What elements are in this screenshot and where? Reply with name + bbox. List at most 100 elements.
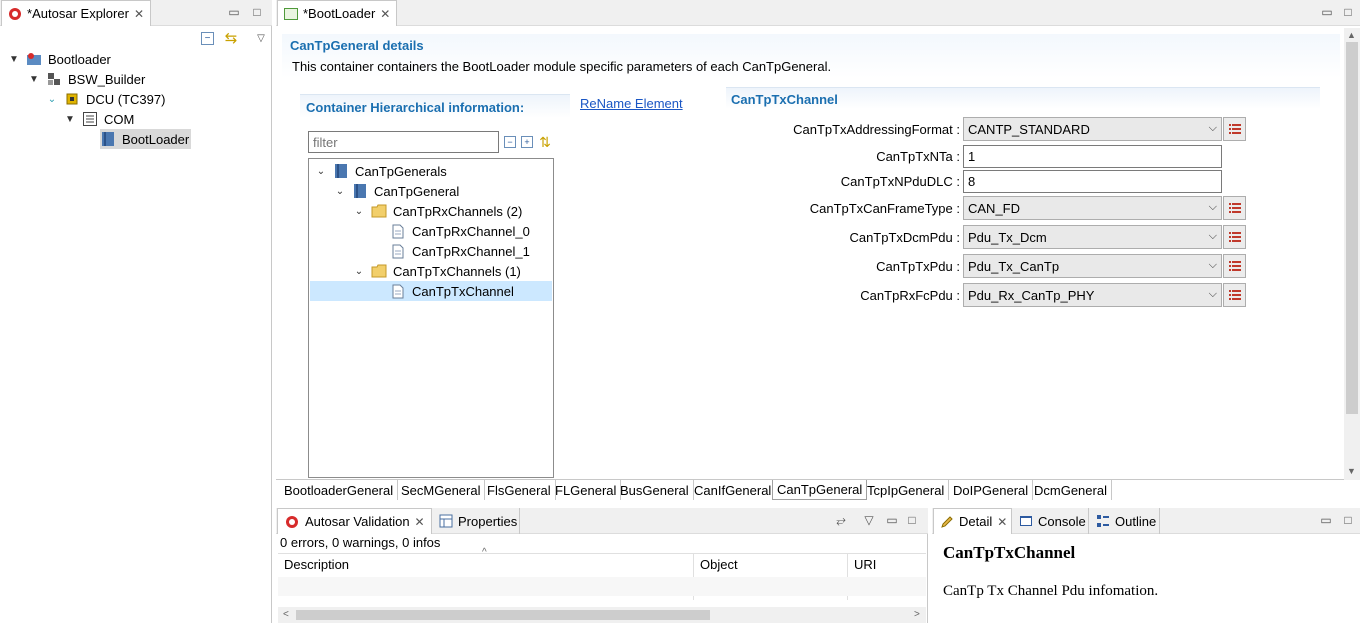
page-tab-secmgeneral[interactable]: SecMGeneral [397,480,486,500]
collapse-all-icon[interactable]: − [201,32,214,45]
tree-item-cantpgenerals[interactable]: ⌄ CanTpGenerals [315,161,447,181]
tree-item-bsw-builder[interactable]: ▼ BSW_Builder [28,69,145,89]
filter-input[interactable] [308,131,499,153]
close-icon[interactable]: ✕ [997,515,1007,529]
tab-outline[interactable]: Outline [1090,508,1160,534]
tree-item-cantptxchannel[interactable]: CanTpTxChannel [390,281,514,301]
page-tab-busgeneral[interactable]: BusGeneral [616,480,694,500]
select-value: Pdu_Tx_CanTp [968,258,1060,274]
minimize-icon[interactable]: ▭ [226,4,242,20]
tab-autosar-validation[interactable]: Autosar Validation ✕ [277,508,432,534]
tab-properties[interactable]: Properties [433,508,520,534]
scroll-up-icon[interactable]: ▲ [1347,30,1356,40]
chevron-down-icon[interactable]: ⌄ [46,94,58,105]
editor-scrollbar[interactable]: ▲ ▼ [1344,28,1360,480]
tree-item-bootloader-module[interactable]: BootLoader [100,129,192,149]
nta-input[interactable]: 1 [963,145,1222,168]
column-uri[interactable]: URI [854,557,876,572]
minimize-icon[interactable]: ▭ [1319,4,1335,20]
list-options-button[interactable] [1223,117,1246,141]
tree-item-cantptxchannels[interactable]: ⌄ CanTpTxChannels (1) [353,261,521,281]
close-icon[interactable]: ✕ [134,7,144,21]
tab-autosar-explorer[interactable]: *Autosar Explorer ✕ [1,0,151,26]
container-tree[interactable]: ⌄ CanTpGenerals ⌄ CanTpGeneral ⌄ CanTpRx… [308,158,554,478]
tab-detail[interactable]: Detail ✕ [933,508,1012,534]
select-value: CANTP_STANDARD [968,121,1090,137]
tree-item-cantprxchannel-0[interactable]: CanTpRxChannel_0 [390,221,530,241]
page-tab-dcmgeneral[interactable]: DcmGeneral [1030,480,1112,500]
maximize-icon[interactable]: □ [1340,512,1356,528]
scroll-down-icon[interactable]: ▼ [1347,466,1356,476]
scroll-thumb[interactable] [296,610,710,620]
chevron-down-icon: ⌵ [1208,122,1217,134]
tree-item-cantprxchannels[interactable]: ⌄ CanTpRxChannels (2) [353,201,523,221]
column-description[interactable]: Description [284,557,349,572]
tab-label: Properties [458,513,518,529]
refresh-icon[interactable]: ⇅ [537,134,553,150]
horizontal-scrollbar[interactable]: < > [278,607,926,623]
maximize-icon[interactable]: □ [1340,4,1356,20]
form-header: CanTpTxChannel [726,87,1320,109]
tab-console[interactable]: Console [1013,508,1089,534]
detail-tab-bar: Detail ✕ Console Outline ▭ □ [932,508,1360,534]
chevron-down-icon: ⌵ [1208,288,1217,300]
list-options-button[interactable] [1223,196,1246,220]
chevron-down-icon[interactable]: ⌄ [353,206,365,217]
tree-item-cantprxchannel-1[interactable]: CanTpRxChannel_1 [390,241,530,261]
tree-item-cantpgeneral[interactable]: ⌄ CanTpGeneral [334,181,459,201]
details-title: CanTpGeneral details [290,38,424,53]
tree-label: CanTpRxChannels (2) [393,203,523,219]
rename-element-link[interactable]: ReName Element [580,96,683,111]
module-icon [100,131,116,147]
close-icon[interactable]: ✕ [380,7,390,21]
link-editor-icon[interactable]: ⇆ [223,30,239,47]
tree-item-bootloader-project[interactable]: ▼ Bootloader [8,49,111,69]
page-tab-bootloadergeneral[interactable]: BootloaderGeneral [280,480,399,500]
tree-label: DCU (TC397) [86,91,166,107]
tree-label: CanTpRxChannel_0 [412,223,530,239]
details-description: This container containers the BootLoader… [292,59,832,74]
column-object[interactable]: Object [700,557,738,572]
list-options-button[interactable] [1223,283,1246,307]
list-options-button[interactable] [1223,225,1246,249]
can-frame-type-select[interactable]: CAN_FD ⌵ [963,196,1222,220]
collapse-all-icon[interactable]: − [504,136,516,148]
page-tab-flgeneral[interactable]: FLGeneral [551,480,622,500]
expand-all-icon[interactable]: + [521,136,533,148]
page-tab-doipgeneral[interactable]: DoIPGeneral [949,480,1034,500]
chevron-down-icon[interactable]: ▼ [64,114,76,125]
chevron-down-icon[interactable]: ▼ [28,74,40,85]
close-icon[interactable]: ✕ [415,515,425,529]
document-icon [390,283,406,299]
page-tab-flsgeneral[interactable]: FlsGeneral [483,480,556,500]
view-menu-icon[interactable]: ▽ [861,512,877,528]
scroll-thumb[interactable] [1346,42,1358,414]
tx-pdu-select[interactable]: Pdu_Tx_CanTp ⌵ [963,254,1222,278]
filter-actions-icon[interactable]: ⥂ [833,512,849,528]
npdu-dlc-input[interactable]: 8 [963,170,1222,193]
autosar-icon [284,514,300,530]
minimize-icon[interactable]: ▭ [884,512,900,528]
minimize-icon[interactable]: ▭ [1318,512,1334,528]
chevron-down-icon[interactable]: ⌄ [315,166,327,177]
list-options-button[interactable] [1223,254,1246,278]
scroll-right-icon[interactable]: > [914,609,920,620]
page-tab-tcpipgeneral[interactable]: TcpIpGeneral [863,480,950,500]
tab-label: *BootLoader [303,6,376,21]
tab-bootloader-editor[interactable]: *BootLoader ✕ [277,0,397,26]
scroll-left-icon[interactable]: < [283,609,289,620]
maximize-icon[interactable]: □ [249,4,265,20]
page-tab-canifgeneral[interactable]: CanIfGeneral [690,480,777,500]
page-tab-cantpgeneral[interactable]: CanTpGeneral [772,480,868,500]
dcm-pdu-select[interactable]: Pdu_Tx_Dcm ⌵ [963,225,1222,249]
chevron-down-icon[interactable]: ⌄ [353,266,365,277]
chevron-down-icon[interactable]: ▼ [8,54,20,65]
maximize-icon[interactable]: □ [904,512,920,528]
tree-item-com[interactable]: ▼ COM [64,109,134,129]
view-menu-icon[interactable]: ▽ [253,30,269,46]
tree-item-dcu[interactable]: ⌄ DCU (TC397) [46,89,166,109]
chevron-down-icon[interactable]: ⌄ [334,186,346,197]
addressing-format-select[interactable]: CANTP_STANDARD ⌵ [963,117,1222,141]
validation-panel: Autosar Validation ✕ Properties ⥂ ▽ ▭ □ … [276,508,928,623]
rx-fc-pdu-select[interactable]: Pdu_Rx_CanTp_PHY ⌵ [963,283,1222,307]
